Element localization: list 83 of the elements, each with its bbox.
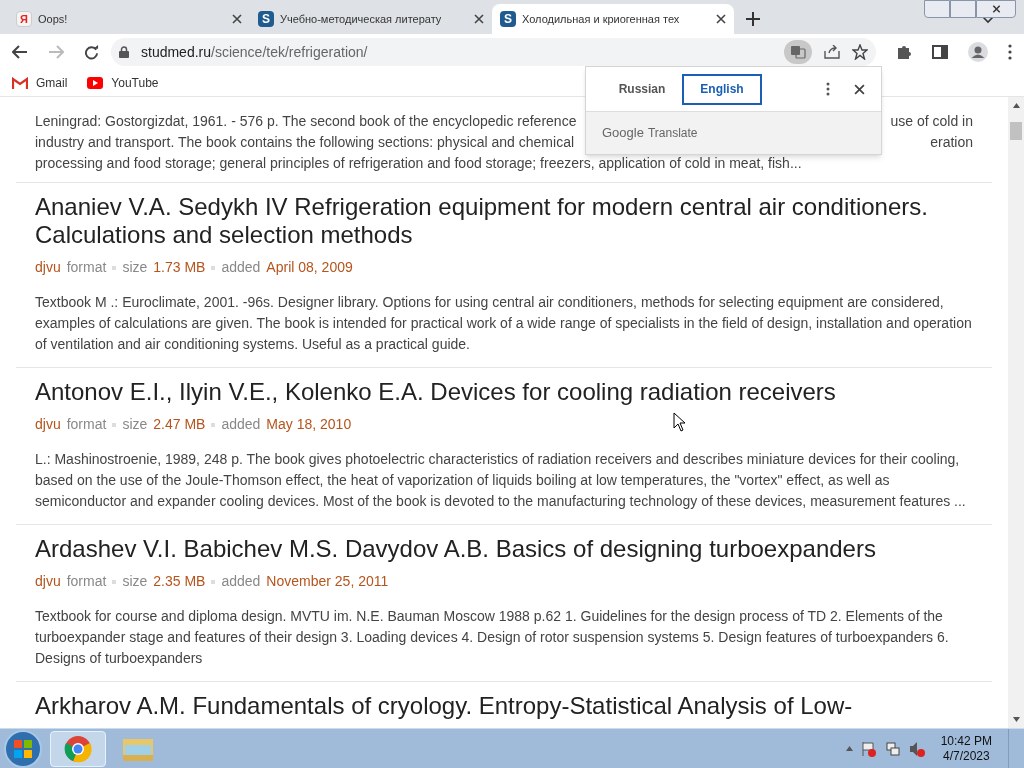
back-icon[interactable]	[12, 45, 28, 59]
close-icon[interactable]	[232, 14, 242, 24]
language-tab[interactable]: English	[682, 73, 762, 105]
description-text: use of cold in	[890, 112, 973, 131]
size-value: 2.47 MB	[153, 415, 206, 434]
profile-icon[interactable]	[968, 42, 988, 62]
menu-icon[interactable]	[1008, 44, 1012, 60]
added-date: May 18, 2010	[266, 415, 352, 434]
mouse-cursor-icon	[673, 412, 686, 432]
url-text: studmed.ru/science/tek/refrigeration/	[141, 42, 369, 62]
added-label: added	[221, 572, 261, 591]
description-text: processing and food storage; general principles of refrigeration and food storage; freezers, application of cold in meat, fish...	[35, 154, 802, 173]
browser-tab[interactable]: S Учебно-методическая литерату	[250, 4, 492, 34]
address-bar[interactable]: studmed.ru/science/tek/refrigeration/	[111, 38, 876, 66]
play-icon	[87, 77, 104, 89]
browser-tab[interactable]: Я Oops!	[8, 4, 250, 34]
chrome-taskbar-button[interactable]	[50, 730, 106, 767]
description-text: Textbook for course and diploma design. MVTU im. N.E. Bauman Moscow 1988 p.62 1. Guidelines for the design process of TD 2. Elements of the turboexpander stage and features of their design 3. Loading devices 4. Design of rotor suspension systems 5. Design features of turboexpanders 6. Designs of turboexpanders	[35, 607, 950, 668]
added-date: April 08, 2009	[266, 258, 353, 277]
format-value[interactable]: djvu	[35, 414, 61, 435]
tab-title: Учебно-методическая литерату	[280, 11, 442, 27]
scrollbar[interactable]	[1008, 97, 1024, 728]
clock-time[interactable]: 10:42 PM	[940, 733, 992, 749]
book-title-link[interactable]: Antonov E.I., Ilyin V.E., Kolenko E.A. Devices for cooling radiation receivers	[35, 378, 973, 406]
star-icon[interactable]	[852, 44, 868, 60]
share-icon[interactable]	[824, 45, 840, 59]
scrollbar-thumb[interactable]	[1010, 122, 1022, 140]
favicon-icon: S	[500, 11, 516, 27]
close-window-button[interactable]	[976, 0, 1016, 18]
favicon-icon: S	[258, 11, 274, 27]
description-text: L.: Mashinostroenie, 1989, 248 p. The book gives photoelectric characteristics of radiation receivers and describes miniature devices for their cooling, based on the use of the Joule-Thomson effect, the heat of vaporization of liquids boiling at low temperatures, the "vortex" effect, as well as semiconductor and expander cooling devices. Most of the book is devoted to the manufacturing technology of these devices, measurement features ...	[35, 450, 967, 511]
added-label: added	[221, 258, 261, 277]
bookmark-link[interactable]: Gmail	[12, 74, 68, 92]
added-label: added	[221, 415, 261, 434]
tab-title: Oops!	[38, 11, 68, 27]
size-label: size	[122, 415, 148, 434]
description-text: eration	[930, 133, 973, 152]
reload-icon[interactable]	[84, 44, 99, 60]
translate-label: Translate	[647, 125, 698, 142]
size-label: size	[122, 258, 148, 277]
mail-icon	[12, 77, 28, 89]
more-icon[interactable]	[826, 82, 830, 96]
lock-icon	[119, 46, 129, 58]
close-icon[interactable]	[854, 83, 865, 95]
language-tab[interactable]: Russian	[602, 73, 682, 105]
windows-logo-icon	[13, 738, 33, 759]
description-text: industry and transport. The book contains the following sections: physical and chemical	[35, 133, 575, 152]
book-title-link[interactable]: Arkharov A.M. Fundamentals of cryology. Entropy-Statistical Analysis of Low-	[35, 692, 973, 720]
clock-date[interactable]: 4/7/2023	[942, 748, 990, 764]
scroll-down-icon[interactable]	[1012, 717, 1020, 722]
format-value[interactable]: djvu	[35, 571, 61, 592]
flag-icon[interactable]	[860, 740, 877, 757]
size-value: 2.35 MB	[153, 572, 206, 591]
tab-title: Холодильная и криогенная тех	[522, 11, 680, 27]
google-logo-text: Google	[602, 124, 644, 143]
format-label: format	[66, 258, 107, 277]
translate-icon[interactable]	[784, 40, 812, 64]
format-label: format	[66, 415, 107, 434]
volume-muted-icon[interactable]	[908, 740, 925, 757]
chevron-down-icon[interactable]	[982, 16, 994, 24]
book-title-link[interactable]: Ardashev V.I. Babichev M.S. Davydov A.B. Basics of designing turboexpanders	[35, 535, 973, 563]
new-tab-icon[interactable]	[746, 12, 760, 26]
show-hidden-icons-icon[interactable]	[845, 746, 853, 751]
size-label: size	[122, 572, 148, 591]
browser-tab[interactable]: S Холодильная и криогенная тех	[492, 4, 734, 34]
description-text: Leningrad: Gostorgizdat, 1961. - 576 p. The second book of the encyclopedic reference	[35, 112, 577, 131]
puzzle-icon[interactable]	[896, 44, 912, 60]
added-date: November 25, 2011	[266, 572, 389, 591]
format-label: format	[66, 572, 107, 591]
start-button[interactable]	[4, 729, 42, 768]
close-icon[interactable]	[716, 14, 726, 24]
favicon-icon: Я	[16, 11, 32, 27]
description-text: Textbook M .: Euroclimate, 2001. -96s. Designer library. Options for using central air conditioners, methods for selecting equipment are considered, examples of calculations are given. The book is intended for practical work of a wide range of specialists in the field of design, installation and operation of ventilation and air conditioning systems. Useful as a practical guide.	[35, 293, 973, 354]
network-icon[interactable]	[884, 740, 901, 757]
close-icon	[991, 5, 1001, 13]
format-value[interactable]: djvu	[35, 257, 61, 278]
side-panel-icon[interactable]	[932, 45, 948, 59]
chrome-logo-icon	[64, 734, 92, 763]
scroll-up-icon[interactable]	[1012, 103, 1020, 108]
bookmark-link[interactable]: YouTube	[87, 74, 159, 92]
size-value: 1.73 MB	[153, 258, 206, 277]
close-icon[interactable]	[474, 14, 484, 24]
book-title-link[interactable]: Ananiev V.A. Sedykh IV Refrigeration equipment for modern central air conditioners. Calculations and selection methods	[35, 193, 973, 249]
